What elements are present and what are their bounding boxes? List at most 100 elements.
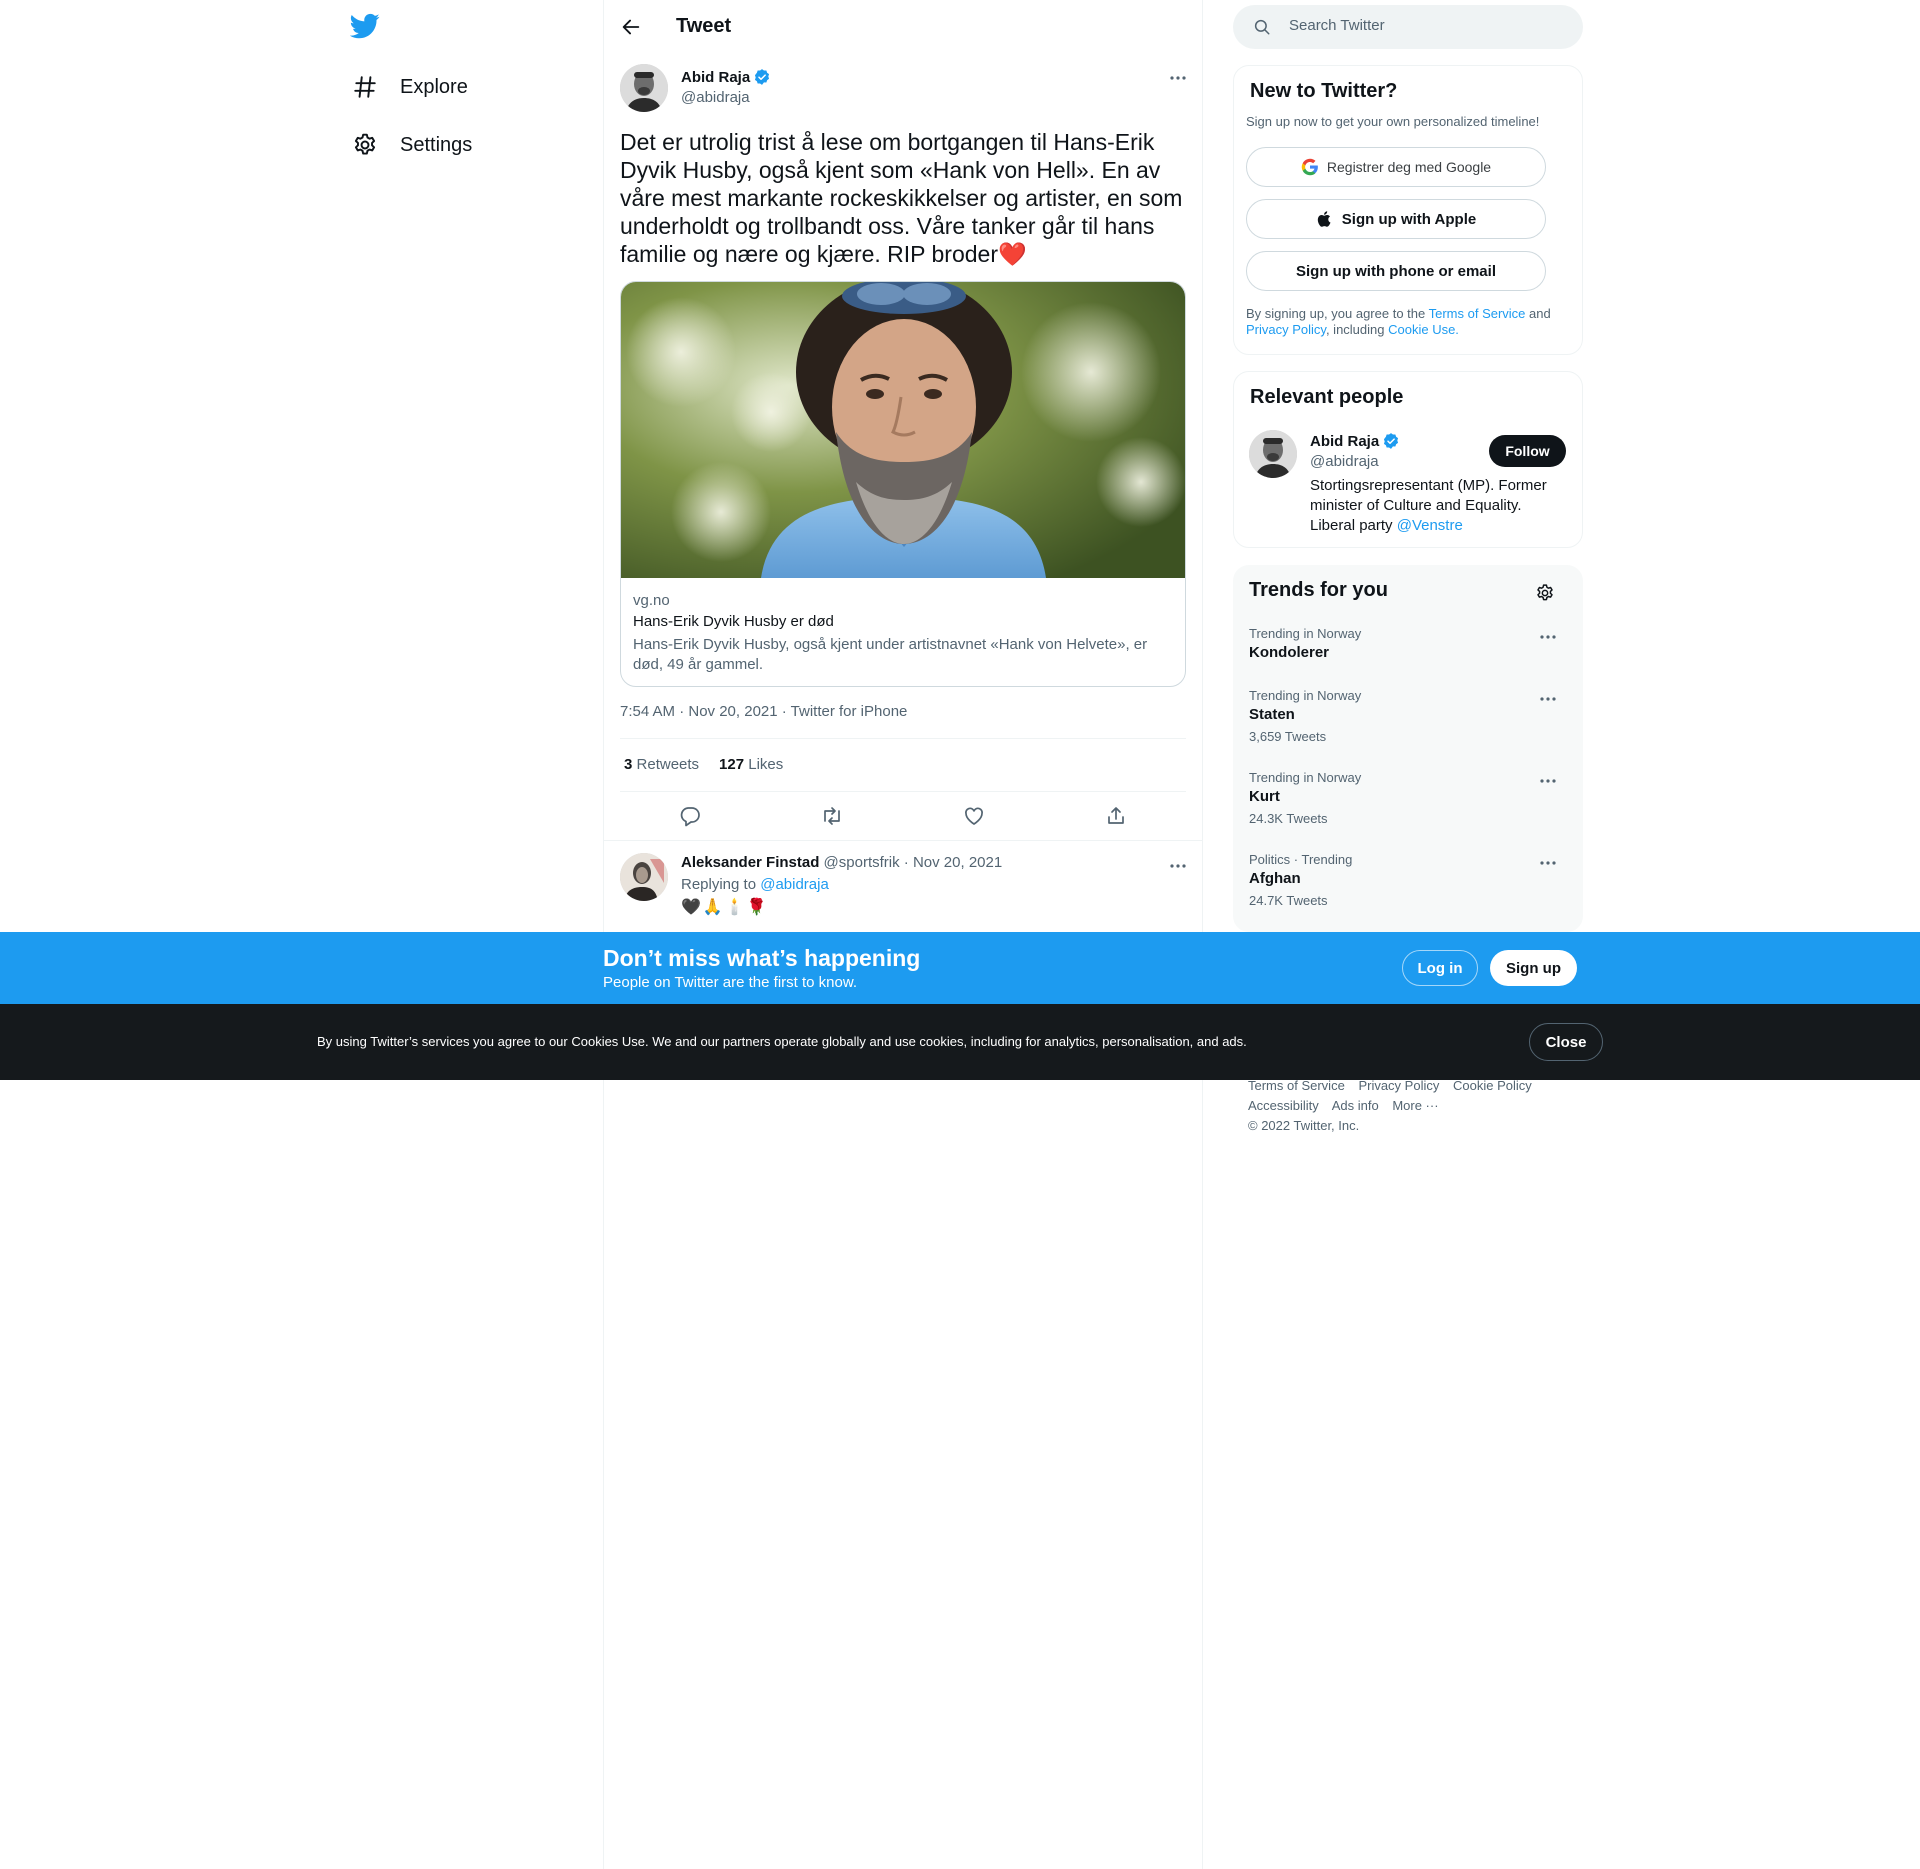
trend-context: Trending in Norway: [1249, 626, 1362, 641]
reply-header: Aleksander Finstad @sportsfrik · Nov 20,…: [681, 854, 1002, 871]
trend-context: Trending in Norway: [1249, 770, 1362, 785]
footer-terms-link[interactable]: Terms of Service: [1248, 1078, 1345, 1093]
trend-item[interactable]: Politics · Trending Afghan 24.7K Tweets: [1233, 852, 1583, 922]
relevant-person-name[interactable]: Abid Raja: [1310, 432, 1400, 450]
like-heart-icon[interactable]: [962, 804, 986, 828]
phone-email-signup-label: Sign up with phone or email: [1295, 262, 1496, 280]
footer-more-link[interactable]: More ···: [1392, 1098, 1438, 1113]
apple-logo-icon: [1316, 210, 1334, 228]
author-avatar[interactable]: [620, 64, 668, 112]
praying-hands-emoji: 🙏: [702, 899, 723, 916]
tweet-stats: 3 Retweets 127 Likes: [624, 756, 783, 773]
trends-title: Trends for you: [1249, 579, 1388, 601]
relevant-people-title: Relevant people: [1250, 386, 1404, 408]
divider: [604, 840, 1202, 841]
footer-cookie-link[interactable]: Cookie Policy: [1453, 1078, 1532, 1093]
relevant-person-handle[interactable]: @abidraja: [1310, 453, 1379, 470]
google-logo-icon: [1301, 158, 1319, 176]
tweet-source[interactable]: Twitter for iPhone: [791, 703, 908, 720]
footer-privacy-link[interactable]: Privacy Policy: [1358, 1078, 1439, 1093]
signup-button[interactable]: Sign up: [1490, 950, 1577, 986]
trend-item[interactable]: Trending in Norway Kurt 24.3K Tweets: [1233, 770, 1583, 850]
apple-signup-label: Sign up with Apple: [1341, 210, 1477, 228]
terms-link[interactable]: Terms of Service: [1429, 306, 1526, 321]
search-box[interactable]: [1233, 5, 1583, 49]
card-title: Hans-Erik Dyvik Husby er død: [633, 613, 834, 630]
login-button[interactable]: Log in: [1402, 950, 1478, 986]
trend-count: 3,659 Tweets: [1249, 729, 1327, 744]
tweet-time[interactable]: 7:54 AM · Nov 20, 2021 ·: [620, 703, 791, 720]
reply-text: 🖤 🙏 🕯️ 🌹: [681, 897, 767, 917]
trend-more-options-icon[interactable]: [1537, 852, 1559, 874]
tweet-actions: [620, 792, 1186, 840]
nav-settings-label: Settings: [400, 133, 473, 156]
replying-to-link[interactable]: @abidraja: [760, 876, 829, 893]
author-name-text: Abid Raja: [681, 68, 751, 86]
banner-subtitle: People on Twitter are the first to know.: [603, 974, 858, 991]
new-to-twitter-title: New to Twitter?: [1250, 80, 1398, 102]
author-handle[interactable]: @abidraja: [681, 89, 750, 106]
card-domain: vg.no: [633, 592, 670, 609]
replying-to: Replying to @abidraja: [681, 876, 829, 893]
gear-icon: [352, 132, 378, 158]
google-signup-button[interactable]: Registrer deg med Google: [1246, 147, 1546, 187]
search-input[interactable]: [1289, 17, 1559, 34]
nav-settings[interactable]: Settings: [348, 123, 472, 167]
reply-icon[interactable]: [678, 804, 702, 828]
relevant-person-avatar[interactable]: [1249, 430, 1297, 478]
cookie-close-button[interactable]: Close: [1529, 1023, 1603, 1061]
bio-mention-link[interactable]: @Venstre: [1397, 517, 1463, 534]
search-icon: [1253, 18, 1271, 36]
cookie-link[interactable]: Cookie Use.: [1388, 322, 1459, 337]
card-description: Hans-Erik Dyvik Husby, også kjent under …: [633, 636, 1148, 673]
reply-avatar[interactable]: [620, 853, 668, 901]
verified-badge-icon: [753, 68, 771, 86]
author-name[interactable]: Abid Raja: [681, 68, 771, 86]
apple-signup-button[interactable]: Sign up with Apple: [1246, 199, 1546, 239]
likes-stat[interactable]: 127 Likes: [719, 756, 783, 773]
twitter-bird-icon[interactable]: [350, 11, 380, 41]
trends-panel: Trends for you Trending in Norway Kondol…: [1233, 565, 1583, 932]
privacy-link[interactable]: Privacy Policy: [1246, 322, 1326, 337]
tweet-text: Det er utrolig trist å lese om bortgange…: [620, 128, 1190, 268]
verified-badge-icon: [1382, 432, 1400, 450]
cookie-consent-bar: By using Twitter’s services you agree to…: [0, 1004, 1920, 1080]
trend-count: 24.7K Tweets: [1249, 893, 1328, 908]
back-arrow-icon[interactable]: [620, 16, 642, 38]
footer-ads-info-link[interactable]: Ads info: [1332, 1098, 1379, 1113]
trend-name: Kurt: [1249, 788, 1280, 805]
retweet-icon[interactable]: [820, 804, 844, 828]
trend-count: 24.3K Tweets: [1249, 811, 1328, 826]
relevant-person-bio: Stortingsrepresentant (MP). Former minis…: [1310, 476, 1560, 536]
cookie-consent-text: By using Twitter’s services you agree to…: [317, 1034, 1247, 1049]
divider: [620, 738, 1186, 739]
reply-handle-date[interactable]: @sportsfrik · Nov 20, 2021: [819, 854, 1003, 871]
page-title: Tweet: [676, 15, 732, 37]
trend-name: Staten: [1249, 706, 1295, 723]
reply-more-options-icon[interactable]: [1167, 855, 1189, 877]
phone-email-signup-button[interactable]: Sign up with phone or email: [1246, 251, 1546, 291]
nav-explore-label: Explore: [400, 75, 468, 98]
trend-context: Politics · Trending: [1249, 852, 1353, 867]
trend-more-options-icon[interactable]: [1537, 688, 1559, 710]
trends-settings-gear-icon[interactable]: [1535, 583, 1555, 603]
new-to-twitter-subtitle: Sign up now to get your own personalized…: [1246, 114, 1540, 129]
trend-more-options-icon[interactable]: [1537, 770, 1559, 792]
trend-item[interactable]: Trending in Norway Kondolerer: [1233, 626, 1583, 686]
relevant-people-panel: Relevant people Abid Raja @abidraja Foll…: [1233, 371, 1583, 548]
share-icon[interactable]: [1104, 804, 1128, 828]
footer-accessibility-link[interactable]: Accessibility: [1248, 1098, 1319, 1113]
card-image: [621, 282, 1185, 578]
trend-item[interactable]: Trending in Norway Staten 3,659 Tweets: [1233, 688, 1583, 768]
trend-more-options-icon[interactable]: [1537, 626, 1559, 648]
reply-author-name[interactable]: Aleksander Finstad: [681, 854, 819, 871]
link-card[interactable]: vg.no Hans-Erik Dyvik Husby er død Hans-…: [620, 281, 1186, 687]
tweet-timestamp: 7:54 AM · Nov 20, 2021 · Twitter for iPh…: [620, 703, 907, 720]
retweets-stat[interactable]: 3 Retweets: [624, 756, 699, 773]
likes-label: Likes: [748, 756, 784, 773]
follow-button[interactable]: Follow: [1489, 435, 1566, 467]
more-options-icon[interactable]: [1167, 67, 1189, 89]
trend-name: Afghan: [1249, 870, 1301, 887]
nav-explore[interactable]: Explore: [348, 65, 468, 109]
retweets-count: 3: [624, 756, 633, 773]
